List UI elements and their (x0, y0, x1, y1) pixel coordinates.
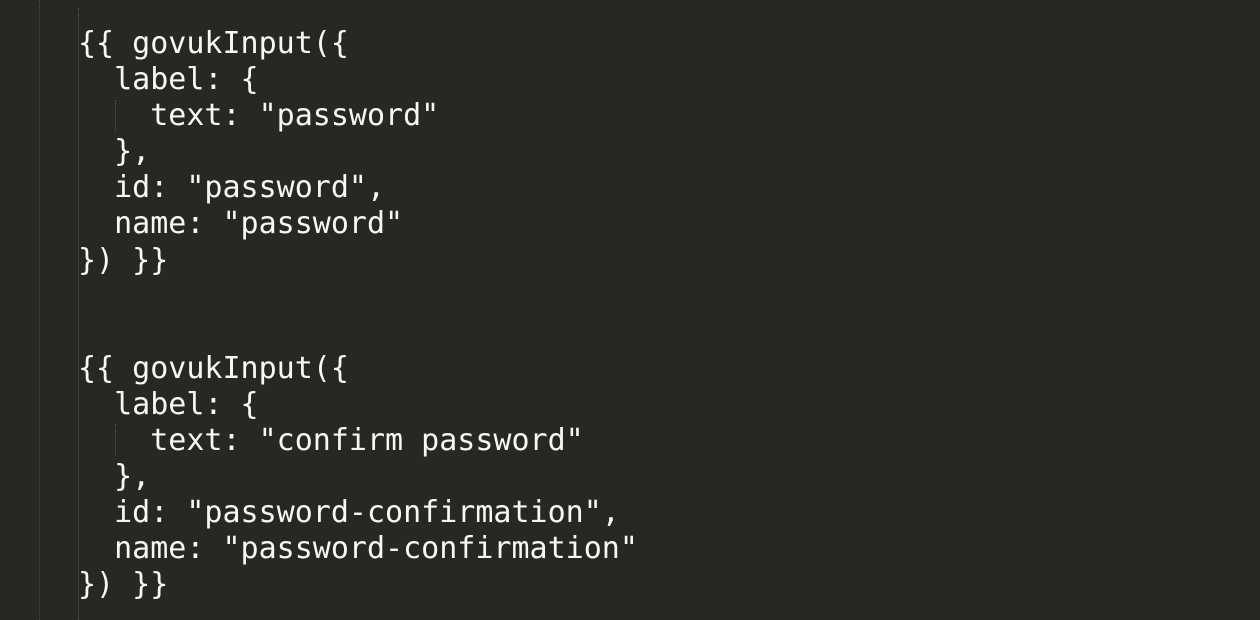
code-line: }) }} (78, 242, 169, 278)
code-line: label: { (78, 62, 259, 98)
code-line: id: "password", (78, 170, 386, 206)
code-line: id: "password-confirmation", (78, 495, 620, 531)
gutter-indent-guide (39, 0, 40, 620)
code-line: text: "confirm password" (78, 423, 584, 459)
code-editor[interactable]: {{ govukInput({ label: { text: "password… (0, 0, 1260, 620)
code-line: {{ govukInput({ (78, 26, 349, 61)
code-line: text: "password" (78, 98, 440, 134)
code-line: }) }} (78, 567, 169, 603)
code-line: }, (78, 459, 151, 495)
code-line: name: "password" (78, 206, 404, 242)
code-line: label: { (78, 386, 259, 422)
code-text-area[interactable]: {{ govukInput({ label: { text: "password… (78, 26, 638, 604)
code-line: }, (78, 134, 151, 170)
code-line: {{ govukInput({ (78, 350, 349, 386)
code-line: name: "password-confirmation" (78, 531, 638, 567)
